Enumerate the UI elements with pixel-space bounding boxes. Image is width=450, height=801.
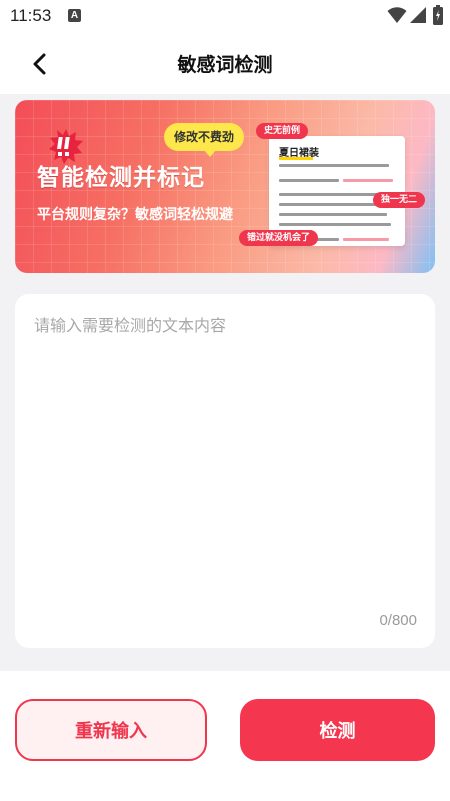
signal-icon xyxy=(410,7,426,23)
doc-line-highlight xyxy=(343,179,393,182)
banner-headline: 智能检测并标记 xyxy=(37,165,205,191)
status-time: 11:53 xyxy=(10,6,52,25)
reset-input-button[interactable]: 重新输入 xyxy=(15,699,207,761)
page-title: 敏感词检测 xyxy=(177,54,273,76)
detect-button[interactable]: 检测 xyxy=(240,699,435,761)
bottom-action-bar: 重新输入 检测 xyxy=(0,671,450,801)
banner-tag-right: 独一无二 xyxy=(373,192,426,208)
text-input-card: 0/800 xyxy=(15,294,435,648)
doc-line xyxy=(279,179,339,182)
wifi-icon xyxy=(387,7,407,23)
doc-line xyxy=(279,223,391,226)
doc-line-highlight xyxy=(343,238,389,241)
doc-line xyxy=(279,213,387,216)
doc-line xyxy=(279,203,379,206)
reset-input-label: 重新输入 xyxy=(75,721,147,742)
banner-tag-bottom: 错过就没机会了 xyxy=(239,230,319,246)
promo-banner[interactable]: 智能检测并标记 平台规则复杂？敏感词轻松规避 修改不费劲 夏日裙装 史无前例 独… xyxy=(15,100,435,273)
detect-label: 检测 xyxy=(319,721,356,742)
char-count: 0/800 xyxy=(379,612,417,629)
status-bar: 11:53 A xyxy=(0,0,450,34)
banner-bubble-tail xyxy=(203,149,217,157)
a-notification-icon: A xyxy=(68,9,81,22)
doc-line xyxy=(279,164,389,167)
doc-title-underline xyxy=(279,157,313,160)
banner-bubble: 修改不费劲 xyxy=(164,123,244,151)
detect-text-input[interactable] xyxy=(34,312,416,592)
battery-charging-icon xyxy=(433,5,443,25)
banner-tag-top: 史无前例 xyxy=(256,123,309,139)
banner-subline: 平台规则复杂？敏感词轻松规避 xyxy=(37,207,233,223)
header: 敏感词检测 xyxy=(0,34,450,94)
